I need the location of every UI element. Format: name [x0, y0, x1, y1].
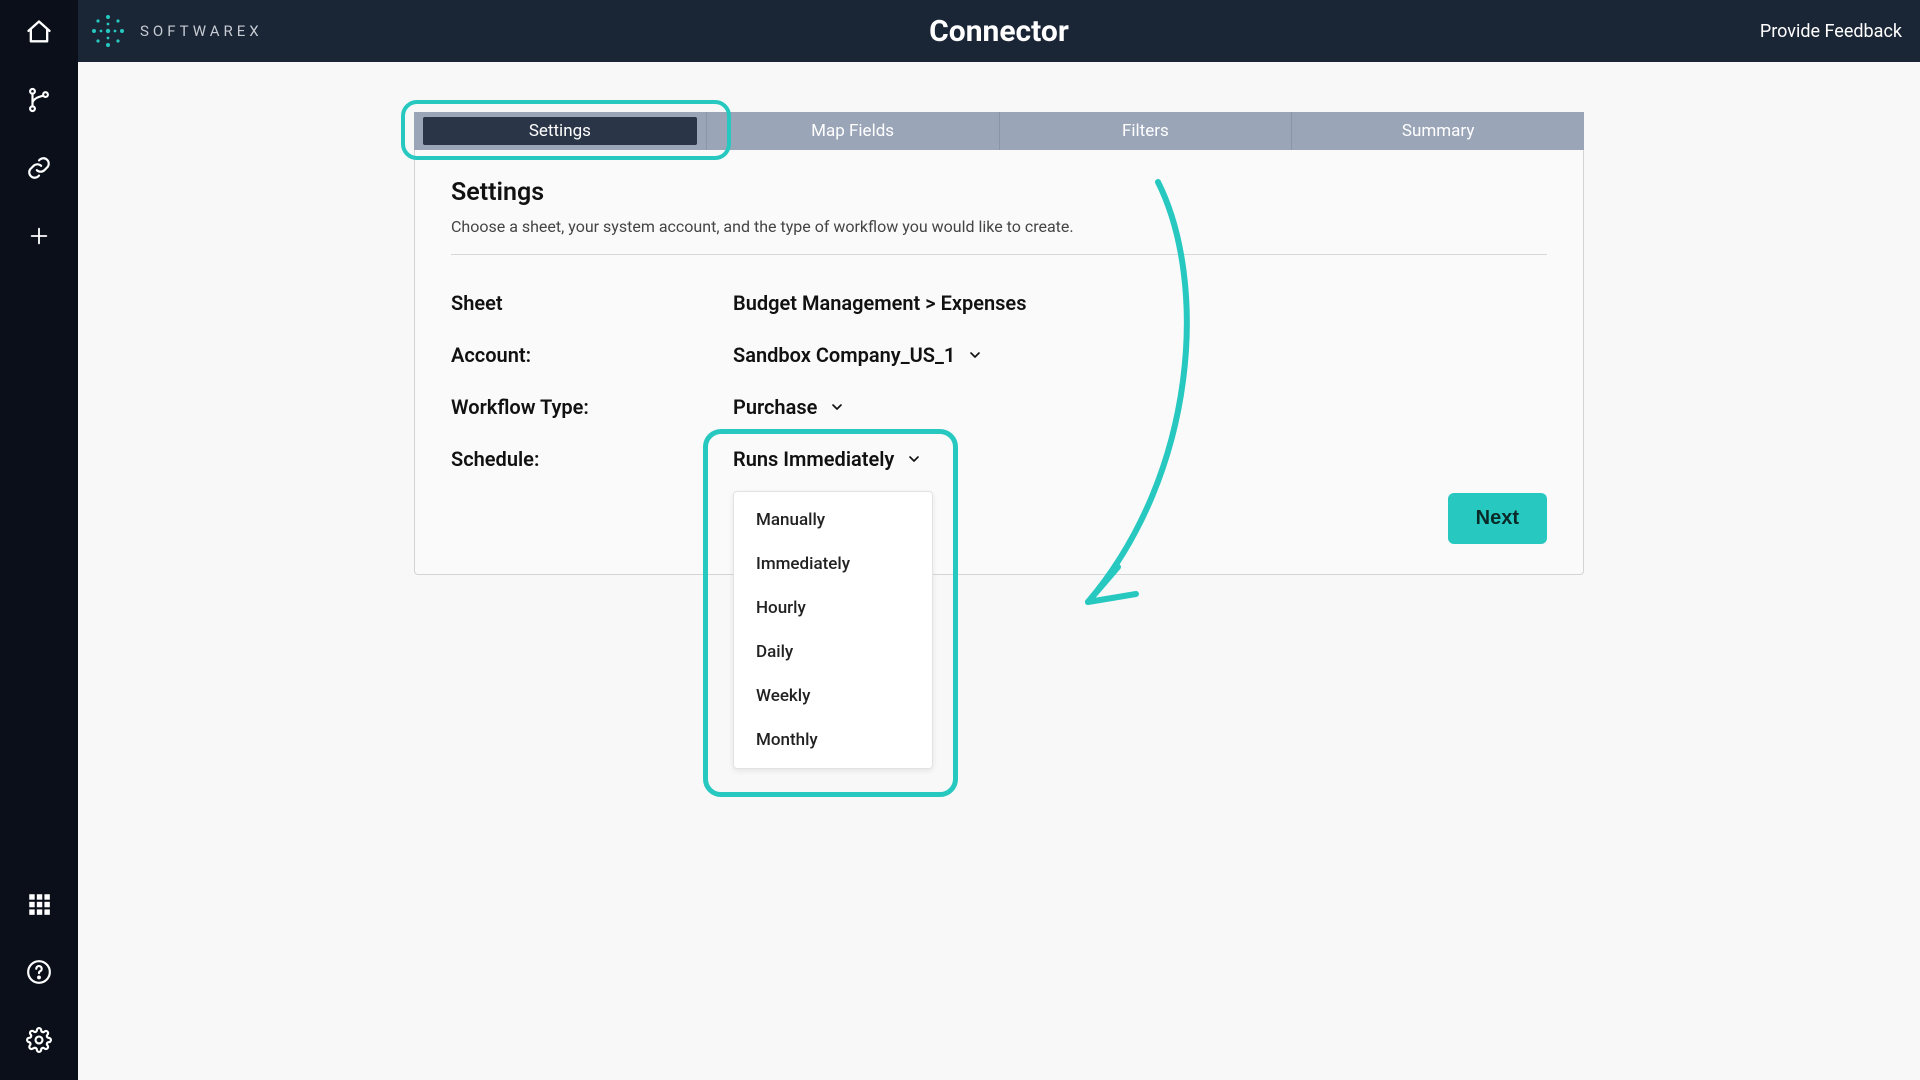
chevron-down-icon — [906, 451, 922, 467]
tab-label: Summary — [1402, 121, 1474, 141]
label-schedule: Schedule: — [451, 447, 733, 471]
label-sheet: Sheet — [451, 291, 733, 315]
home-icon[interactable] — [25, 18, 53, 46]
panel-title: Settings — [451, 178, 1547, 207]
help-icon[interactable] — [25, 958, 53, 986]
tab-settings[interactable]: Settings — [414, 112, 707, 150]
gear-icon[interactable] — [25, 1026, 53, 1054]
account-select[interactable]: Sandbox Company_US_1 — [733, 343, 983, 367]
row-schedule: Schedule: Runs Immediately Manually Imme… — [451, 433, 1547, 485]
brand-name: SOFTWAREX — [140, 22, 263, 40]
schedule-option-weekly[interactable]: Weekly — [734, 674, 932, 718]
provide-feedback-link[interactable]: Provide Feedback — [1760, 21, 1902, 42]
panel-description: Choose a sheet, your system account, and… — [451, 217, 1547, 236]
value-schedule: Runs Immediately — [733, 447, 894, 471]
tab-label: Settings — [529, 121, 591, 141]
tab-label: Filters — [1122, 121, 1169, 141]
page-title: Connector — [929, 14, 1069, 49]
row-account: Account: Sandbox Company_US_1 — [451, 329, 1547, 381]
workflow-type-select[interactable]: Purchase — [733, 395, 845, 419]
tab-label: Map Fields — [811, 121, 894, 141]
row-sheet: Sheet Budget Management > Expenses — [451, 277, 1547, 329]
chevron-down-icon — [829, 399, 845, 415]
tabs-row: Settings Map Fields Filters Summary — [414, 112, 1584, 150]
next-button[interactable]: Next — [1448, 493, 1547, 544]
schedule-option-hourly[interactable]: Hourly — [734, 586, 932, 630]
tab-filters[interactable]: Filters — [1000, 112, 1293, 150]
wizard: Settings Map Fields Filters Summary Sett… — [414, 112, 1584, 575]
value-account: Sandbox Company_US_1 — [733, 343, 955, 367]
value-sheet: Budget Management > Expenses — [733, 291, 1026, 315]
plus-icon[interactable] — [25, 222, 53, 250]
tab-map-fields[interactable]: Map Fields — [707, 112, 1000, 150]
label-workflow-type: Workflow Type: — [451, 395, 733, 419]
row-workflow-type: Workflow Type: Purchase — [451, 381, 1547, 433]
content: Settings Map Fields Filters Summary Sett… — [78, 62, 1920, 1080]
schedule-option-daily[interactable]: Daily — [734, 630, 932, 674]
schedule-option-immediately[interactable]: Immediately — [734, 542, 932, 586]
main-area: SOFTWAREX Connector Provide Feedback Set… — [78, 0, 1920, 1080]
sidebar — [0, 0, 78, 1080]
schedule-dropdown-menu: Manually Immediately Hourly Daily Weekly… — [733, 491, 933, 769]
schedule-option-monthly[interactable]: Monthly — [734, 718, 932, 762]
topbar: SOFTWAREX Connector Provide Feedback — [78, 0, 1920, 62]
brand-logo-icon — [88, 11, 128, 51]
value-workflow-type: Purchase — [733, 395, 817, 419]
link-icon[interactable] — [25, 154, 53, 182]
schedule-select[interactable]: Runs Immediately — [733, 447, 922, 471]
settings-panel: Settings Choose a sheet, your system acc… — [414, 150, 1584, 575]
tab-summary[interactable]: Summary — [1292, 112, 1584, 150]
chevron-down-icon — [967, 347, 983, 363]
label-account: Account: — [451, 343, 733, 367]
apps-icon[interactable] — [25, 890, 53, 918]
brand: SOFTWAREX — [88, 11, 263, 51]
branch-icon[interactable] — [25, 86, 53, 114]
schedule-option-manually[interactable]: Manually — [734, 498, 932, 542]
